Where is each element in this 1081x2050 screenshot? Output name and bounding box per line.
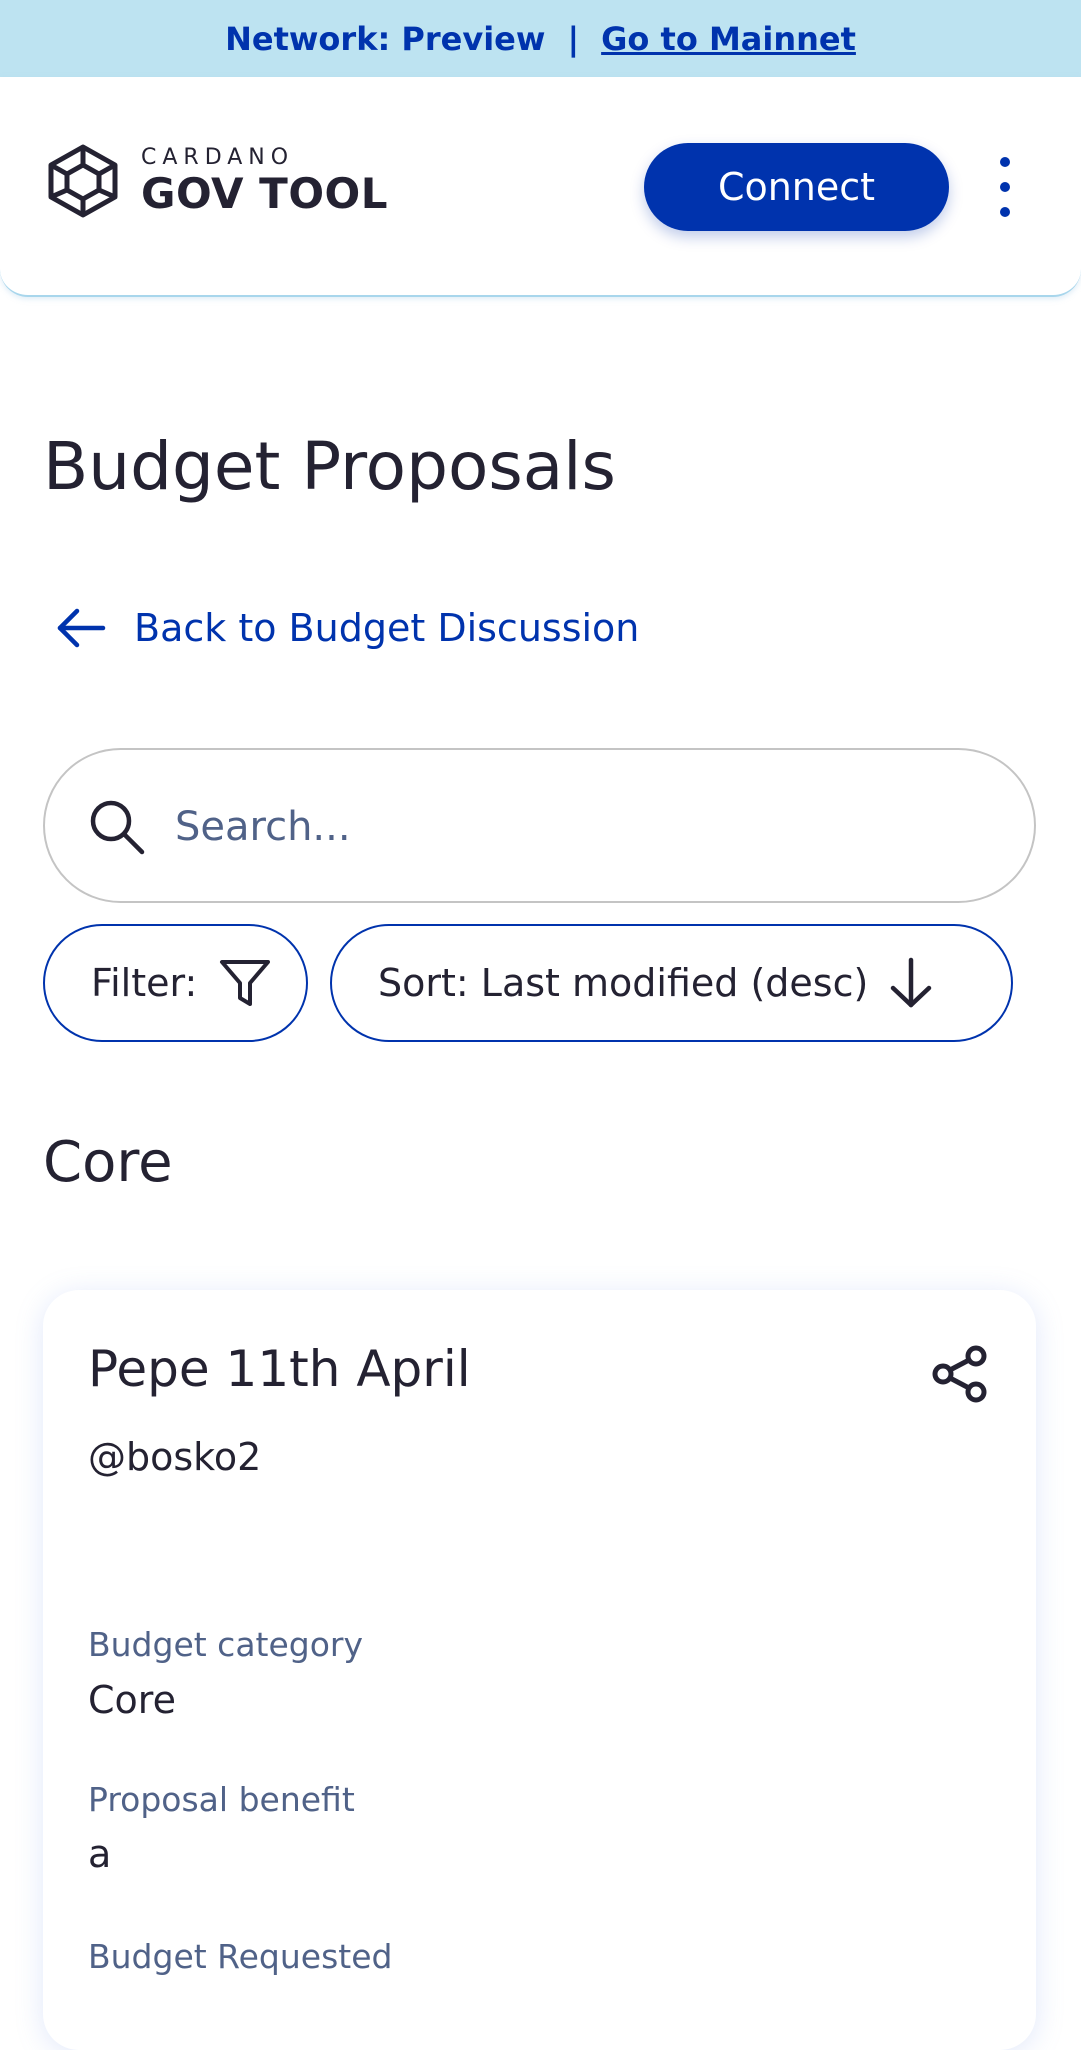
arrow-left-icon xyxy=(57,608,106,648)
kebab-menu-icon[interactable] xyxy=(990,157,1020,217)
network-label: Network: Preview xyxy=(225,19,546,58)
banner-separator: | xyxy=(567,19,580,58)
proposal-author: @bosko2 xyxy=(88,1435,262,1479)
network-banner: Network: Preview | Go to Mainnet xyxy=(0,0,1081,77)
app-header: CARDANO GOV TOOL Connect xyxy=(0,77,1081,297)
section-title-core: Core xyxy=(43,1130,173,1195)
budget-category-label: Budget category xyxy=(88,1625,364,1664)
proposal-title: Pepe 11th April xyxy=(88,1340,471,1398)
proposal-benefit-label: Proposal benefit xyxy=(88,1780,355,1819)
proposal-benefit-value: a xyxy=(88,1832,112,1876)
brand-cardano-text: CARDANO xyxy=(141,145,295,170)
proposal-card[interactable]: Pepe 11th April @bosko2 Budget category … xyxy=(43,1290,1036,2050)
connect-button[interactable]: Connect xyxy=(644,143,949,231)
back-to-budget-discussion-link[interactable]: Back to Budget Discussion xyxy=(55,606,639,650)
budget-category-value: Core xyxy=(88,1678,176,1722)
arrow-down-icon xyxy=(891,957,932,1008)
sort-label: Sort: Last modified (desc) xyxy=(378,961,869,1005)
budget-requested-label: Budget Requested xyxy=(88,1937,393,1976)
brand-gov-tool-text: GOV TOOL xyxy=(141,169,388,218)
filter-label: Filter: xyxy=(91,961,198,1005)
search-icon xyxy=(90,800,145,855)
cardano-gov-tool-logo[interactable]: CARDANO GOV TOOL xyxy=(43,143,403,223)
search-box[interactable] xyxy=(43,748,1036,903)
filter-button[interactable]: Filter: xyxy=(43,924,308,1042)
search-input[interactable] xyxy=(173,790,977,864)
filter-funnel-icon xyxy=(220,960,271,1006)
back-link-label: Back to Budget Discussion xyxy=(134,606,640,650)
sort-button[interactable]: Sort: Last modified (desc) xyxy=(330,924,1013,1042)
go-to-mainnet-link[interactable]: Go to Mainnet xyxy=(601,20,856,58)
cardano-logo-icon xyxy=(48,144,118,218)
page-title: Budget Proposals xyxy=(43,428,616,505)
share-icon[interactable] xyxy=(931,1345,989,1403)
